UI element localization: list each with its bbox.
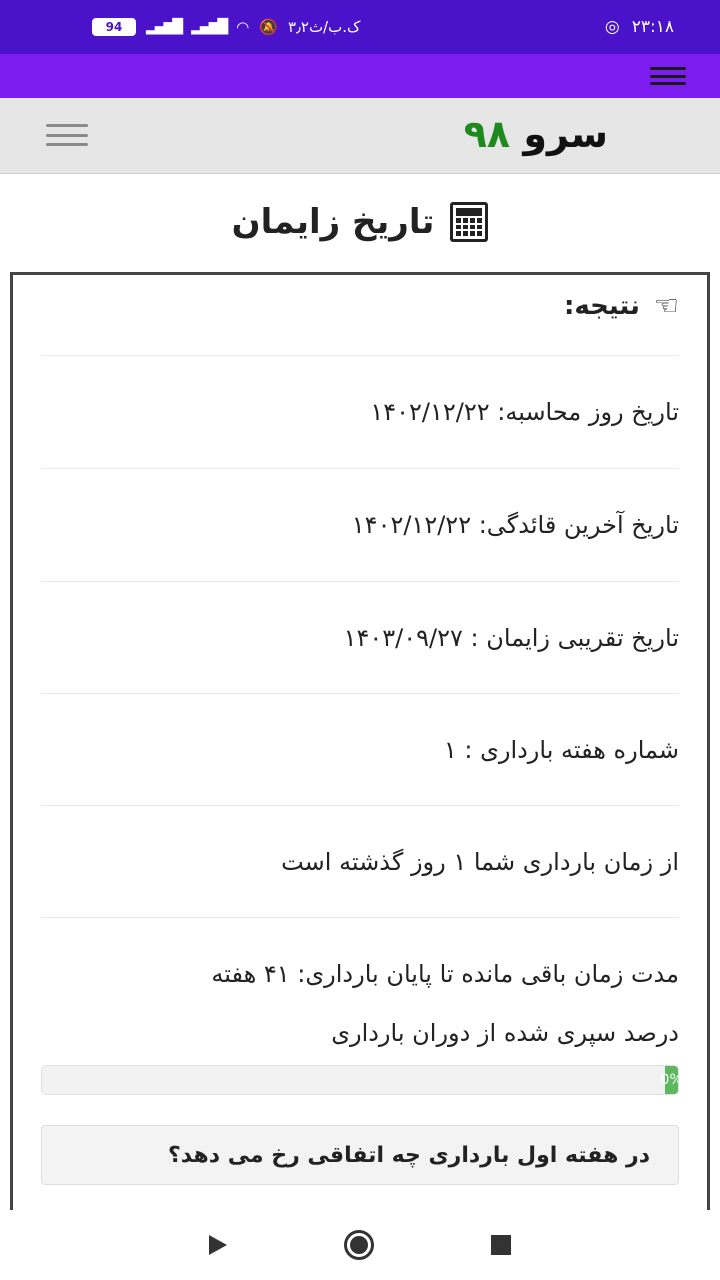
back-icon[interactable]	[208, 1235, 227, 1255]
status-left: 94 ▂▄▆█ ▂▄▆█ ◠ 🔕 ۳٫۲ک.ب/ث	[92, 18, 360, 36]
result-row: تاریخ آخرین قائدگی: ۱۴۰۲/۱۲/۲۲	[41, 468, 679, 580]
signal-icon-2: ▂▄▆█	[191, 19, 228, 35]
hand-pointing-icon: ☜	[653, 289, 679, 322]
result-panel: ☜ نتیجه: تاریخ روز محاسبه: ۱۴۰۲/۱۲/۲۲ تا…	[10, 272, 710, 1212]
logo-number: ۹۸	[463, 112, 511, 156]
week-one-accordion[interactable]: در هفته اول بارداری چه اتفاقی رخ می دهد؟	[41, 1125, 679, 1185]
result-row: تاریخ روز محاسبه: ۱۴۰۲/۱۲/۲۲	[41, 355, 679, 467]
result-row: مدت زمان باقی مانده تا پایان بارداری: ۴۱…	[41, 917, 679, 1029]
result-heading-label: نتیجه:	[563, 290, 640, 321]
instagram-icon: ◎	[604, 17, 620, 37]
page-title-block: تاریخ زایمان	[0, 192, 720, 252]
app-bar	[0, 54, 720, 98]
calculator-icon	[450, 202, 489, 242]
mute-icon: 🔕	[259, 18, 278, 36]
percent-label: درصد سپری شده از دوران بارداری	[331, 1019, 679, 1047]
site-menu-icon[interactable]	[46, 124, 88, 146]
logo-word: سرو	[523, 112, 608, 156]
status-right: ◎ ۲۳:۱۸	[605, 17, 674, 37]
page-title: تاریخ زایمان	[231, 202, 435, 242]
result-row: شماره هفته بارداری : ۱	[41, 693, 679, 805]
progress-fill: 0%	[661, 1066, 678, 1094]
app-menu-icon[interactable]	[650, 67, 686, 85]
status-bar: 94 ▂▄▆█ ▂▄▆█ ◠ 🔕 ۳٫۲ک.ب/ث ◎ ۲۳:۱۸	[0, 0, 720, 54]
site-logo[interactable]: سرو ۹۸	[464, 112, 608, 156]
result-heading: ☜ نتیجه:	[564, 289, 679, 322]
recent-apps-icon[interactable]	[491, 1235, 512, 1255]
signal-icon: ▂▄▆█	[146, 19, 183, 35]
clock: ۲۳:۱۸	[631, 17, 674, 37]
home-icon[interactable]	[343, 1230, 374, 1260]
progress-bar: 0%	[41, 1065, 679, 1095]
network-speed: ۳٫۲ک.ب/ث	[287, 18, 361, 36]
result-row: از زمان بارداری شما ۱ روز گذشته است	[41, 805, 679, 917]
wifi-icon: ◠	[236, 18, 250, 36]
system-nav-bar	[0, 1210, 720, 1280]
battery-icon: 94	[92, 18, 136, 36]
site-header: سرو ۹۸	[0, 98, 720, 174]
result-row: تاریخ تقریبی زایمان : ۱۴۰۳/۰۹/۲۷	[41, 581, 679, 693]
